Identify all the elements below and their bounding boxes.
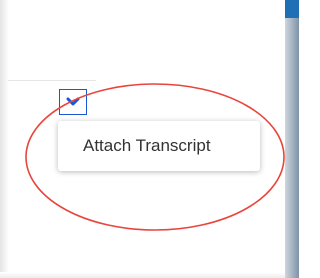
window-right-edge: [285, 0, 299, 278]
attach-transcript-menu-item[interactable]: Attach Transcript: [58, 121, 260, 171]
panel-left-shadow: [0, 0, 9, 278]
chevron-down-icon: [66, 97, 80, 106]
window-right-edge-accent: [285, 0, 299, 18]
panel-bottom-shadow: [0, 272, 285, 278]
dropdown-menu: Attach Transcript: [58, 121, 260, 171]
dropdown-toggle-button[interactable]: [59, 89, 87, 115]
row-divider: [8, 80, 96, 81]
